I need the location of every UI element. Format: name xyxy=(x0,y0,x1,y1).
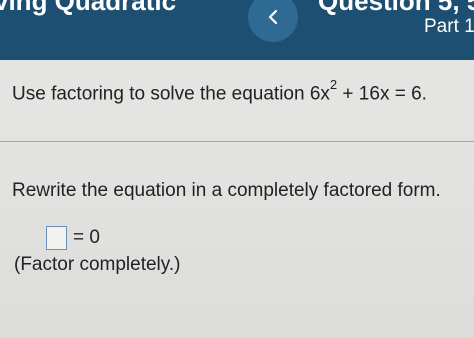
instruction-text: Rewrite the equation in a completely fac… xyxy=(12,180,441,201)
problem-exponent: 2 xyxy=(329,77,338,92)
equals-zero-text: = 0 xyxy=(73,227,100,248)
section-title: ving Quadratic xyxy=(0,0,177,16)
answer-input-box[interactable] xyxy=(46,226,67,250)
screen: ving Quadratic Question 5, 5.2 Part 1 Us… xyxy=(0,0,474,338)
part-label: Part 1 xyxy=(424,16,474,37)
problem-statement: Use factoring to solve the equation 6x2 … xyxy=(12,77,427,105)
problem-text: Use factoring to solve the equation 6x xyxy=(12,83,330,105)
header-bar: ving Quadratic Question 5, 5.2 Part 1 xyxy=(0,0,474,60)
answer-row: = 0 xyxy=(46,226,100,250)
previous-question-button[interactable] xyxy=(248,0,298,42)
chevron-left-icon xyxy=(267,9,279,25)
question-label: Question 5, 5.2 xyxy=(318,0,474,16)
divider xyxy=(0,141,474,142)
problem-text-end: + 16x = 6. xyxy=(337,83,427,105)
factor-hint: (Factor completely.) xyxy=(14,254,181,275)
